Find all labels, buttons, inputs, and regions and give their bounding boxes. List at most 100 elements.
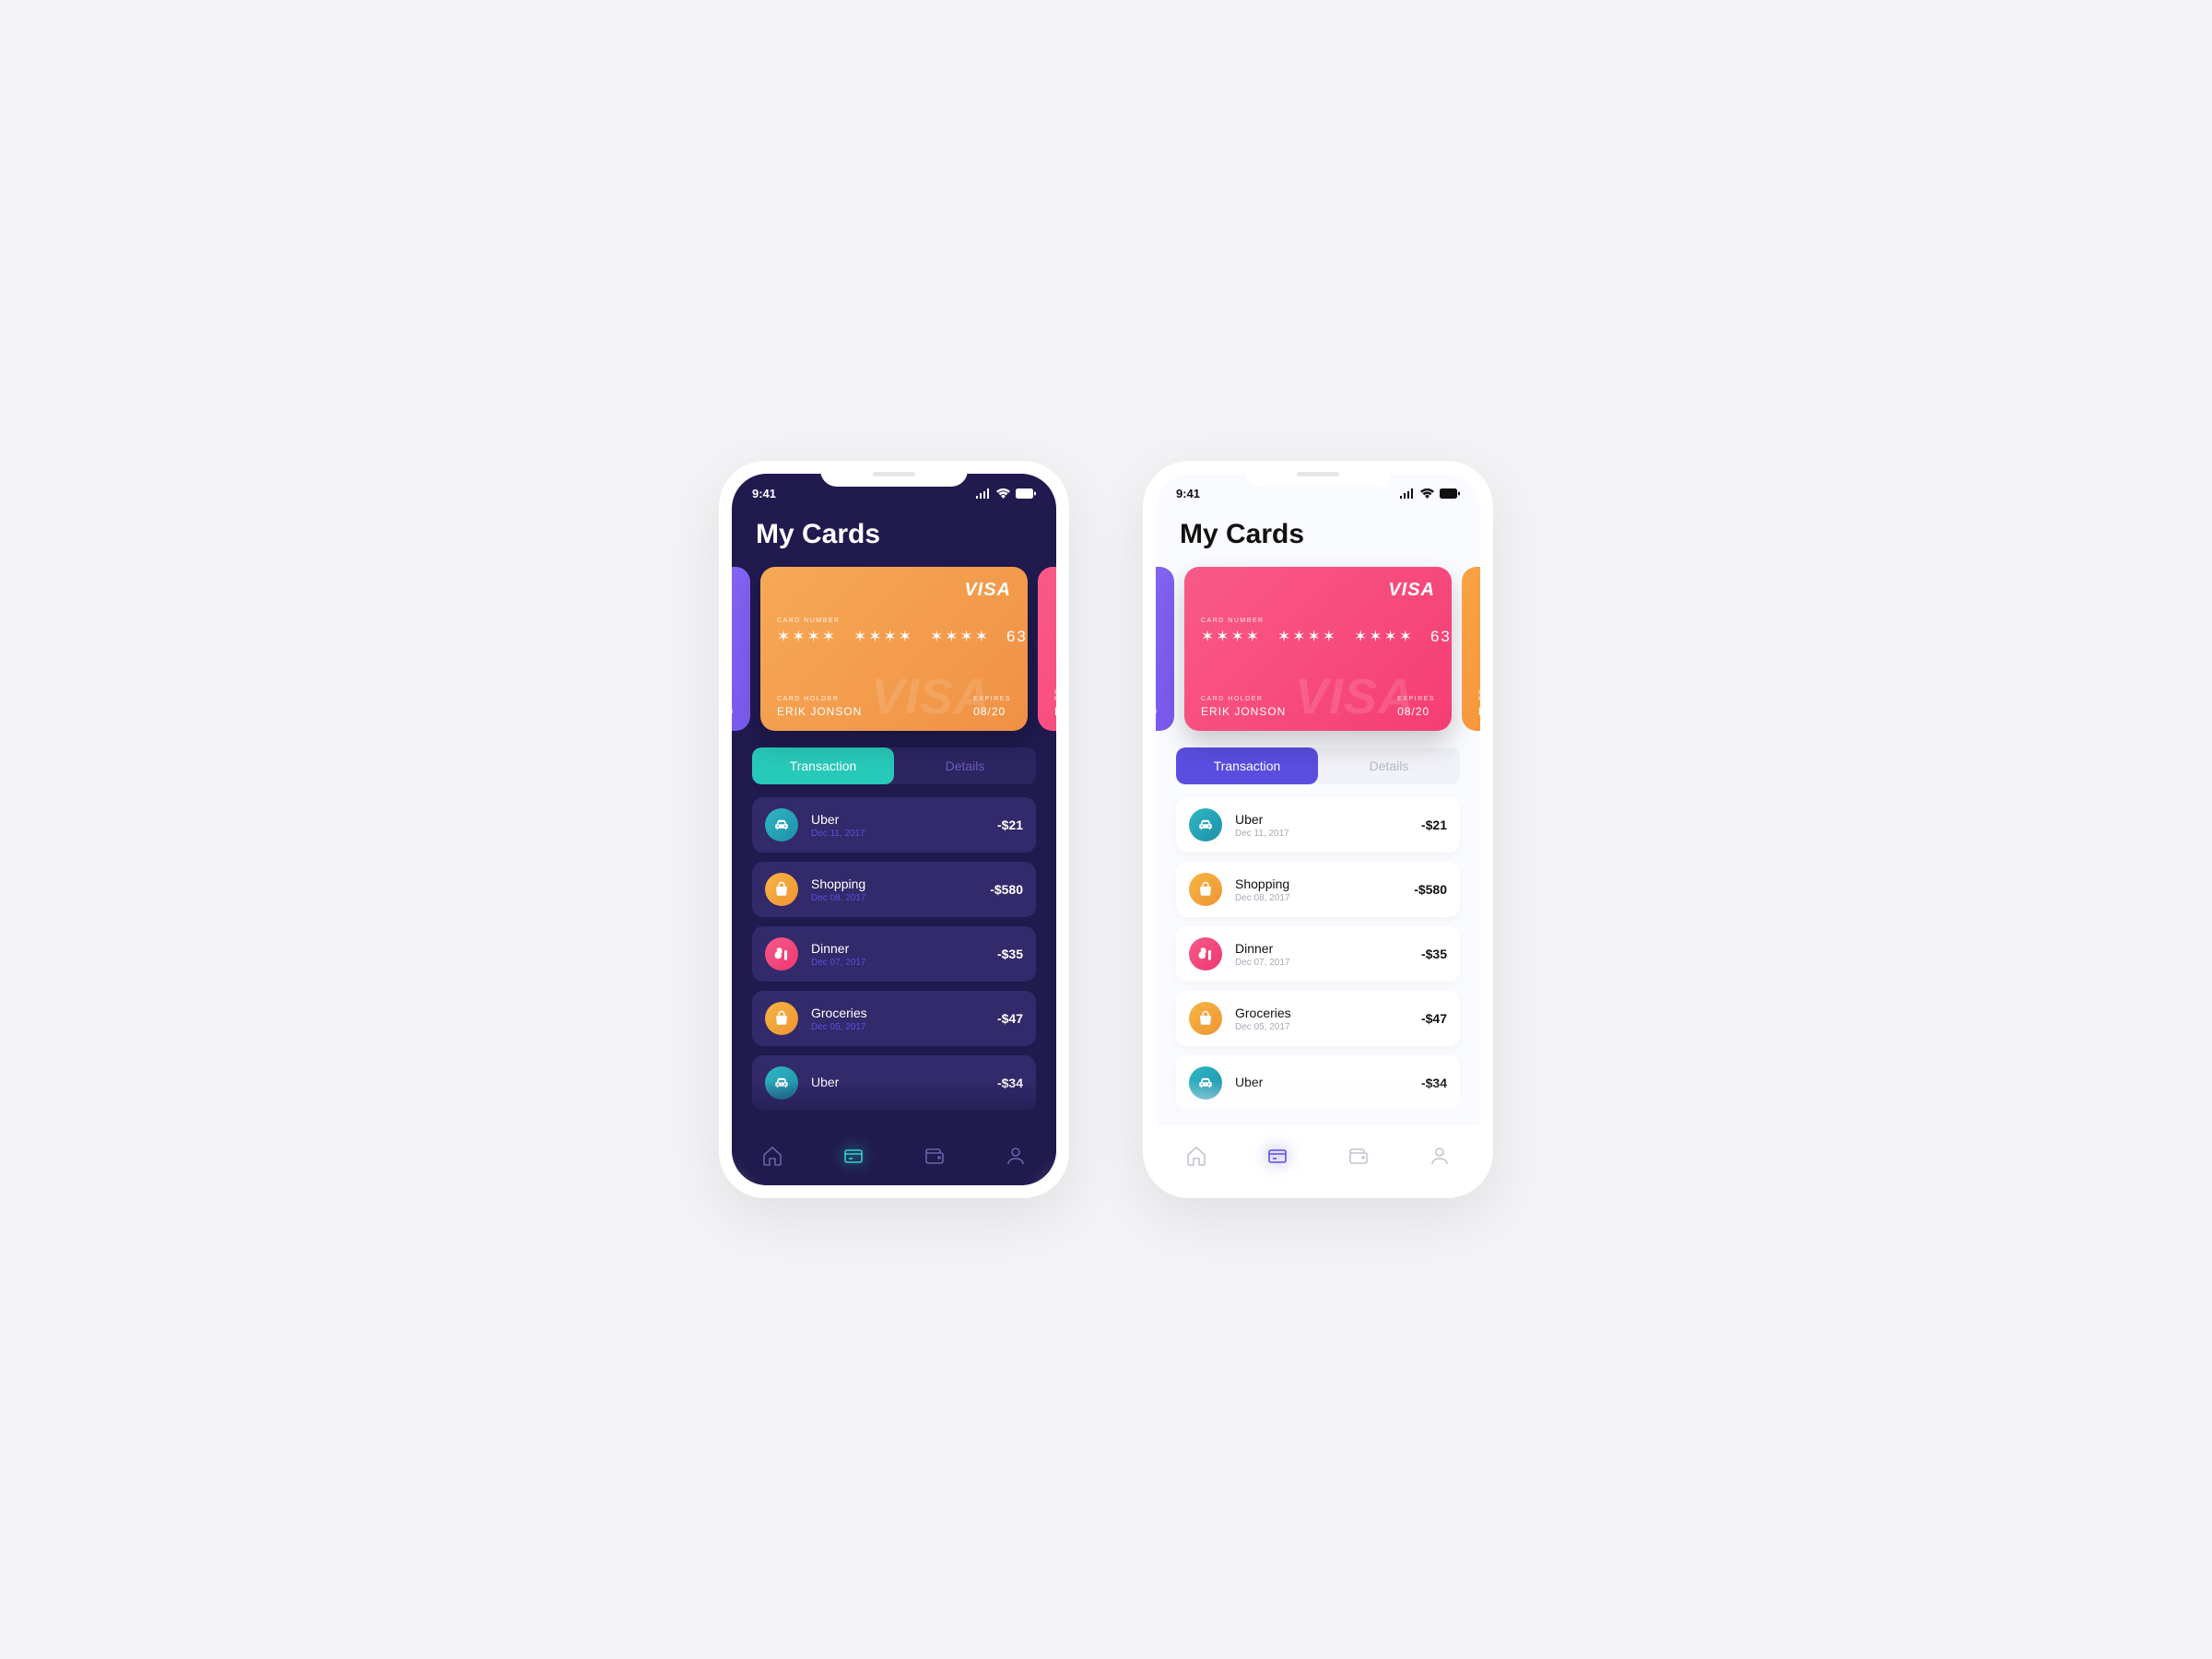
food-icon bbox=[765, 937, 798, 971]
nav-cards[interactable] bbox=[841, 1144, 865, 1168]
transaction-row[interactable]: Dinner Dec 07, 2017 -$35 bbox=[752, 926, 1036, 982]
battery-icon bbox=[1440, 488, 1460, 499]
bag-icon bbox=[765, 873, 798, 906]
notch bbox=[820, 461, 968, 487]
transaction-name: Shopping bbox=[811, 877, 990, 891]
card-main[interactable]: VISA CARD NUMBER ✶✶✶✶ ✶✶✶✶ ✶✶✶✶ 6324 VIS… bbox=[1184, 567, 1452, 731]
card-holder-label: CARD HOLDER bbox=[777, 696, 862, 702]
transaction-amount: -$21 bbox=[1421, 818, 1447, 832]
signal-icon bbox=[976, 488, 991, 499]
transaction-row[interactable]: Uber -$34 bbox=[752, 1055, 1036, 1111]
transaction-amount: -$35 bbox=[997, 947, 1023, 961]
transaction-row[interactable]: Shopping Dec 08, 2017 -$580 bbox=[1176, 862, 1460, 917]
bottom-nav bbox=[732, 1126, 1056, 1185]
transaction-row[interactable]: Uber -$34 bbox=[1176, 1055, 1460, 1111]
status-icons bbox=[976, 488, 1036, 499]
card-expires-label: EXPIRES bbox=[973, 696, 1011, 702]
nav-home[interactable] bbox=[1184, 1144, 1208, 1168]
page-title: My Cards bbox=[732, 506, 1056, 567]
card-carousel[interactable]: A /20 VISA CARD NUMBER ✶✶✶✶ ✶✶✶✶ ✶✶✶✶ 63… bbox=[732, 567, 1056, 731]
bottom-nav bbox=[1156, 1126, 1480, 1185]
car-icon bbox=[1189, 1066, 1222, 1100]
tab-details[interactable]: Details bbox=[894, 747, 1036, 784]
transaction-list[interactable]: Uber Dec 11, 2017 -$21 Shopping Dec 08, … bbox=[732, 784, 1056, 1116]
phone-light: 9:41 My Cards A /20 VISA CARD NUMBER ✶✶✶… bbox=[1143, 461, 1493, 1198]
tabs: Transaction Details bbox=[1176, 747, 1460, 784]
transaction-row[interactable]: Groceries Dec 05, 2017 -$47 bbox=[752, 991, 1036, 1046]
transaction-name: Uber bbox=[1235, 1075, 1421, 1089]
card-main[interactable]: VISA CARD NUMBER ✶✶✶✶ ✶✶✶✶ ✶✶✶✶ 6324 VIS… bbox=[760, 567, 1028, 731]
nav-cards[interactable] bbox=[1265, 1144, 1289, 1168]
transaction-row[interactable]: Uber Dec 11, 2017 -$21 bbox=[1176, 797, 1460, 853]
card-holder-label: CARD HOLDER bbox=[1201, 696, 1286, 702]
card-expires: 08/20 bbox=[1397, 705, 1435, 718]
transaction-amount: -$34 bbox=[997, 1076, 1023, 1090]
card-expires: 08/20 bbox=[973, 705, 1011, 718]
card-brand: VISA bbox=[777, 580, 1011, 601]
card-next[interactable]: ✶✶ CARD HOLDERERI bbox=[1462, 567, 1480, 731]
nav-wallet[interactable] bbox=[1347, 1144, 1371, 1168]
tab-details[interactable]: Details bbox=[1318, 747, 1460, 784]
card-number-label: CARD NUMBER bbox=[1201, 618, 1435, 624]
transaction-date: Dec 05, 2017 bbox=[1235, 1022, 1421, 1032]
transaction-amount: -$580 bbox=[1414, 882, 1447, 897]
screen-dark: 9:41 My Cards A /20 VISA CARD NUMBER ✶✶✶… bbox=[732, 474, 1056, 1185]
car-icon bbox=[765, 1066, 798, 1100]
transaction-name: Shopping bbox=[1235, 877, 1414, 891]
car-icon bbox=[765, 808, 798, 841]
transaction-amount: -$21 bbox=[997, 818, 1023, 832]
card-holder: ERIK JONSON bbox=[777, 705, 862, 718]
transaction-date: Dec 08, 2017 bbox=[1235, 893, 1414, 903]
transaction-name: Groceries bbox=[811, 1006, 997, 1020]
screen-light: 9:41 My Cards A /20 VISA CARD NUMBER ✶✶✶… bbox=[1156, 474, 1480, 1185]
card-number: ✶✶✶✶ ✶✶✶✶ ✶✶✶✶ 6324 bbox=[777, 628, 1011, 646]
transaction-amount: -$35 bbox=[1421, 947, 1447, 961]
card-prev[interactable]: A /20 bbox=[732, 567, 750, 731]
card-prev[interactable]: A /20 bbox=[1156, 567, 1174, 731]
transaction-date: Dec 11, 2017 bbox=[811, 829, 997, 839]
transaction-name: Dinner bbox=[1235, 941, 1421, 956]
transaction-row[interactable]: Uber Dec 11, 2017 -$21 bbox=[752, 797, 1036, 853]
transaction-list[interactable]: Uber Dec 11, 2017 -$21 Shopping Dec 08, … bbox=[1156, 784, 1480, 1116]
transaction-amount: -$47 bbox=[997, 1011, 1023, 1026]
battery-icon bbox=[1016, 488, 1036, 499]
page-title: My Cards bbox=[1156, 506, 1480, 567]
signal-icon bbox=[1400, 488, 1415, 499]
notch bbox=[1244, 461, 1392, 487]
transaction-amount: -$47 bbox=[1421, 1011, 1447, 1026]
car-icon bbox=[1189, 808, 1222, 841]
card-expires-label: EXPIRES bbox=[1397, 696, 1435, 702]
transaction-date: Dec 07, 2017 bbox=[811, 958, 997, 968]
transaction-row[interactable]: Shopping Dec 08, 2017 -$580 bbox=[752, 862, 1036, 917]
wifi-icon bbox=[996, 488, 1010, 499]
tab-transaction[interactable]: Transaction bbox=[752, 747, 894, 784]
nav-profile[interactable] bbox=[1428, 1144, 1452, 1168]
transaction-name: Uber bbox=[811, 812, 997, 827]
status-time: 9:41 bbox=[752, 487, 776, 500]
transaction-date: Dec 07, 2017 bbox=[1235, 958, 1421, 968]
card-carousel[interactable]: A /20 VISA CARD NUMBER ✶✶✶✶ ✶✶✶✶ ✶✶✶✶ 63… bbox=[1156, 567, 1480, 731]
transaction-date: Dec 11, 2017 bbox=[1235, 829, 1421, 839]
transaction-amount: -$580 bbox=[990, 882, 1023, 897]
card-holder: ERIK JONSON bbox=[1201, 705, 1286, 718]
transaction-name: Groceries bbox=[1235, 1006, 1421, 1020]
tabs: Transaction Details bbox=[752, 747, 1036, 784]
bag-icon bbox=[1189, 1002, 1222, 1035]
transaction-amount: -$34 bbox=[1421, 1076, 1447, 1090]
status-icons bbox=[1400, 488, 1460, 499]
food-icon bbox=[1189, 937, 1222, 971]
card-number: ✶✶✶✶ ✶✶✶✶ ✶✶✶✶ 6324 bbox=[1201, 628, 1435, 646]
transaction-date: Dec 08, 2017 bbox=[811, 893, 990, 903]
transaction-row[interactable]: Dinner Dec 07, 2017 -$35 bbox=[1176, 926, 1460, 982]
card-next[interactable]: ✶✶ CARD HOLDERERI bbox=[1038, 567, 1056, 731]
wifi-icon bbox=[1420, 488, 1434, 499]
nav-home[interactable] bbox=[760, 1144, 784, 1168]
nav-profile[interactable] bbox=[1004, 1144, 1028, 1168]
tab-transaction[interactable]: Transaction bbox=[1176, 747, 1318, 784]
phone-dark: 9:41 My Cards A /20 VISA CARD NUMBER ✶✶✶… bbox=[719, 461, 1069, 1198]
nav-wallet[interactable] bbox=[923, 1144, 947, 1168]
transaction-date: Dec 05, 2017 bbox=[811, 1022, 997, 1032]
transaction-row[interactable]: Groceries Dec 05, 2017 -$47 bbox=[1176, 991, 1460, 1046]
bag-icon bbox=[765, 1002, 798, 1035]
status-time: 9:41 bbox=[1176, 487, 1200, 500]
